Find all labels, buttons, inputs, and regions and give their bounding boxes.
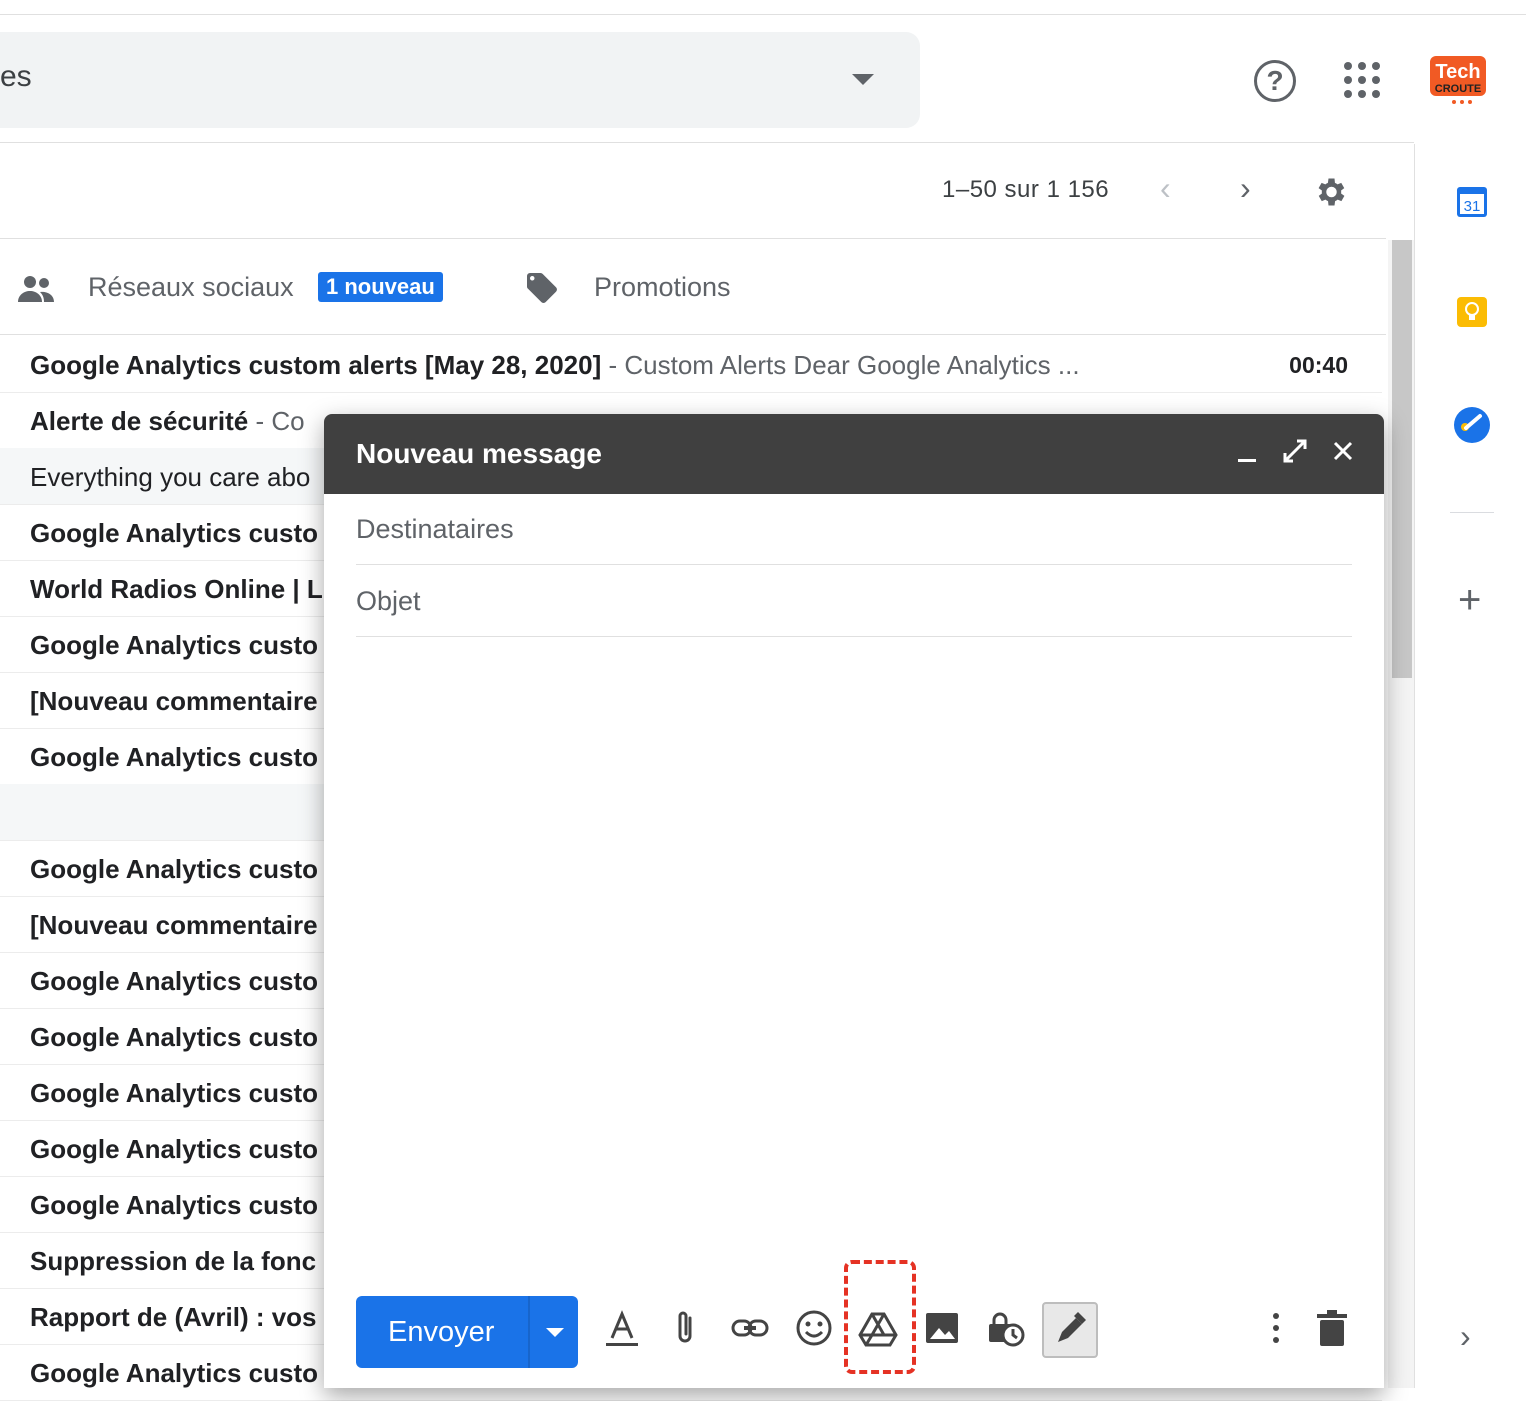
- email-sender: [Nouveau commentaire: [30, 910, 318, 940]
- formatting-icon[interactable]: [602, 1308, 642, 1348]
- apps-grid-icon[interactable]: [1344, 62, 1380, 98]
- email-snippet: - Co: [248, 406, 305, 436]
- settings-gear-icon[interactable]: [1312, 174, 1348, 210]
- tab-promotions[interactable]: Promotions: [594, 272, 731, 303]
- email-text: Google Analytics custo: [30, 630, 318, 661]
- email-text: Google Analytics custo: [30, 742, 318, 773]
- account-avatar[interactable]: Tech CROUTE: [1428, 54, 1488, 110]
- attach-icon[interactable]: [666, 1308, 706, 1348]
- email-snippet: - Custom Alerts Dear Google Analytics ..…: [601, 350, 1080, 380]
- previous-page-icon[interactable]: ‹: [1160, 170, 1171, 207]
- email-time: 00:40: [1289, 352, 1348, 378]
- expand-panel-icon[interactable]: ›: [1460, 1318, 1471, 1355]
- email-sender: Google Analytics custo: [30, 1358, 318, 1388]
- email-sender: Everything you care abo: [30, 462, 311, 492]
- tag-icon[interactable]: [524, 270, 560, 306]
- toolbar-divider: [0, 238, 1386, 239]
- top-divider: [0, 14, 1526, 15]
- email-text: Rapport de (Avril) : vos: [30, 1302, 317, 1333]
- email-text: Google Analytics custo: [30, 854, 318, 885]
- email-text: Alerte de sécurité - Co: [30, 406, 305, 437]
- email-text: Google Analytics custom alerts [May 28, …: [30, 350, 1080, 381]
- email-text: Suppression de la fonc: [30, 1246, 316, 1277]
- minimize-icon[interactable]: [1230, 434, 1264, 468]
- send-divider: [528, 1296, 530, 1368]
- email-sender: Alerte de sécurité: [30, 406, 249, 436]
- email-text: [Nouveau commentaire: [30, 686, 318, 717]
- pagination-count: 1–50 sur 1 156: [942, 176, 1110, 203]
- keep-icon[interactable]: [1456, 296, 1488, 328]
- email-sender: Google Analytics custo: [30, 966, 318, 996]
- fullscreen-icon[interactable]: [1278, 434, 1312, 468]
- email-text: Google Analytics custo: [30, 1358, 318, 1389]
- search-bar[interactable]: [0, 32, 920, 128]
- email-text: Google Analytics custo: [30, 1134, 318, 1165]
- email-sender: Google Analytics custo: [30, 854, 318, 884]
- insert-photo-icon[interactable]: [922, 1308, 962, 1348]
- email-sender: Google Analytics custo: [30, 630, 318, 660]
- tabs-divider: [0, 334, 1386, 335]
- subject-underline: [356, 636, 1352, 637]
- email-sender: Google Analytics custo: [30, 1022, 318, 1052]
- logo-text-bottom: CROUTE: [1435, 83, 1481, 95]
- tasks-icon[interactable]: [1453, 406, 1491, 444]
- people-icon[interactable]: [16, 274, 56, 304]
- recipients-field[interactable]: Destinataires: [356, 514, 514, 545]
- send-options-icon[interactable]: [546, 1328, 564, 1337]
- email-text: [Nouveau commentaire: [30, 910, 318, 941]
- email-text: Google Analytics custo: [30, 518, 318, 549]
- confidential-mode-icon[interactable]: [986, 1308, 1026, 1348]
- email-sender: Rapport de (Avril) : vos: [30, 1302, 317, 1332]
- send-button[interactable]: Envoyer: [356, 1296, 578, 1368]
- help-icon[interactable]: ?: [1254, 60, 1296, 102]
- subject-field[interactable]: Objet: [356, 586, 421, 617]
- email-text: Google Analytics custo: [30, 966, 318, 997]
- email-sender: Google Analytics custo: [30, 1134, 318, 1164]
- compose-header[interactable]: Nouveau message: [324, 414, 1384, 494]
- side-panel-divider: [1414, 144, 1415, 1388]
- link-icon[interactable]: [730, 1308, 770, 1348]
- calendar-day: 31: [1464, 198, 1481, 215]
- search-input[interactable]: es: [0, 60, 32, 94]
- tab-social[interactable]: Réseaux sociaux: [88, 272, 294, 303]
- email-text: Google Analytics custo: [30, 1078, 318, 1109]
- recipients-underline: [356, 564, 1352, 565]
- email-sender: Google Analytics custom alerts [May 28, …: [30, 350, 602, 380]
- close-icon[interactable]: [1326, 434, 1360, 468]
- calendar-icon[interactable]: 31: [1456, 184, 1488, 218]
- email-sender: [Nouveau commentaire: [30, 686, 318, 716]
- email-sender: Google Analytics custo: [30, 518, 318, 548]
- email-text: Google Analytics custo: [30, 1190, 318, 1221]
- search-options-icon[interactable]: [852, 74, 874, 85]
- email-sender: World Radios Online | L: [30, 574, 323, 604]
- header-divider: [0, 142, 1414, 143]
- email-sender: Google Analytics custo: [30, 742, 318, 772]
- send-button-label: Envoyer: [388, 1316, 495, 1348]
- new-count-badge: 1 nouveau: [318, 272, 443, 302]
- next-page-icon[interactable]: ›: [1240, 170, 1251, 207]
- email-text: Google Analytics custo: [30, 1022, 318, 1053]
- email-sender: Google Analytics custo: [30, 1078, 318, 1108]
- scrollbar-thumb[interactable]: [1392, 240, 1412, 678]
- compose-window: Nouveau message Destinataires Objet Envo…: [324, 414, 1384, 1388]
- signature-button[interactable]: [1042, 1302, 1098, 1358]
- add-addon-icon[interactable]: +: [1458, 578, 1481, 623]
- email-sender: Suppression de la fonc: [30, 1246, 317, 1276]
- drive-highlight-box: [844, 1260, 916, 1374]
- side-panel-separator: [1450, 512, 1494, 513]
- more-options-icon[interactable]: [1256, 1308, 1296, 1348]
- email-sender: Google Analytics custo: [30, 1190, 318, 1220]
- discard-draft-icon[interactable]: [1312, 1308, 1352, 1348]
- email-text: Everything you care abo: [30, 462, 310, 493]
- email-text: World Radios Online | L: [30, 574, 323, 605]
- message-body[interactable]: [356, 654, 1352, 1274]
- logo-text-top: Tech: [1435, 61, 1480, 83]
- email-row[interactable]: Google Analytics custom alerts [May 28, …: [0, 336, 1382, 393]
- compose-title: Nouveau message: [356, 438, 602, 469]
- emoji-icon[interactable]: [794, 1308, 834, 1348]
